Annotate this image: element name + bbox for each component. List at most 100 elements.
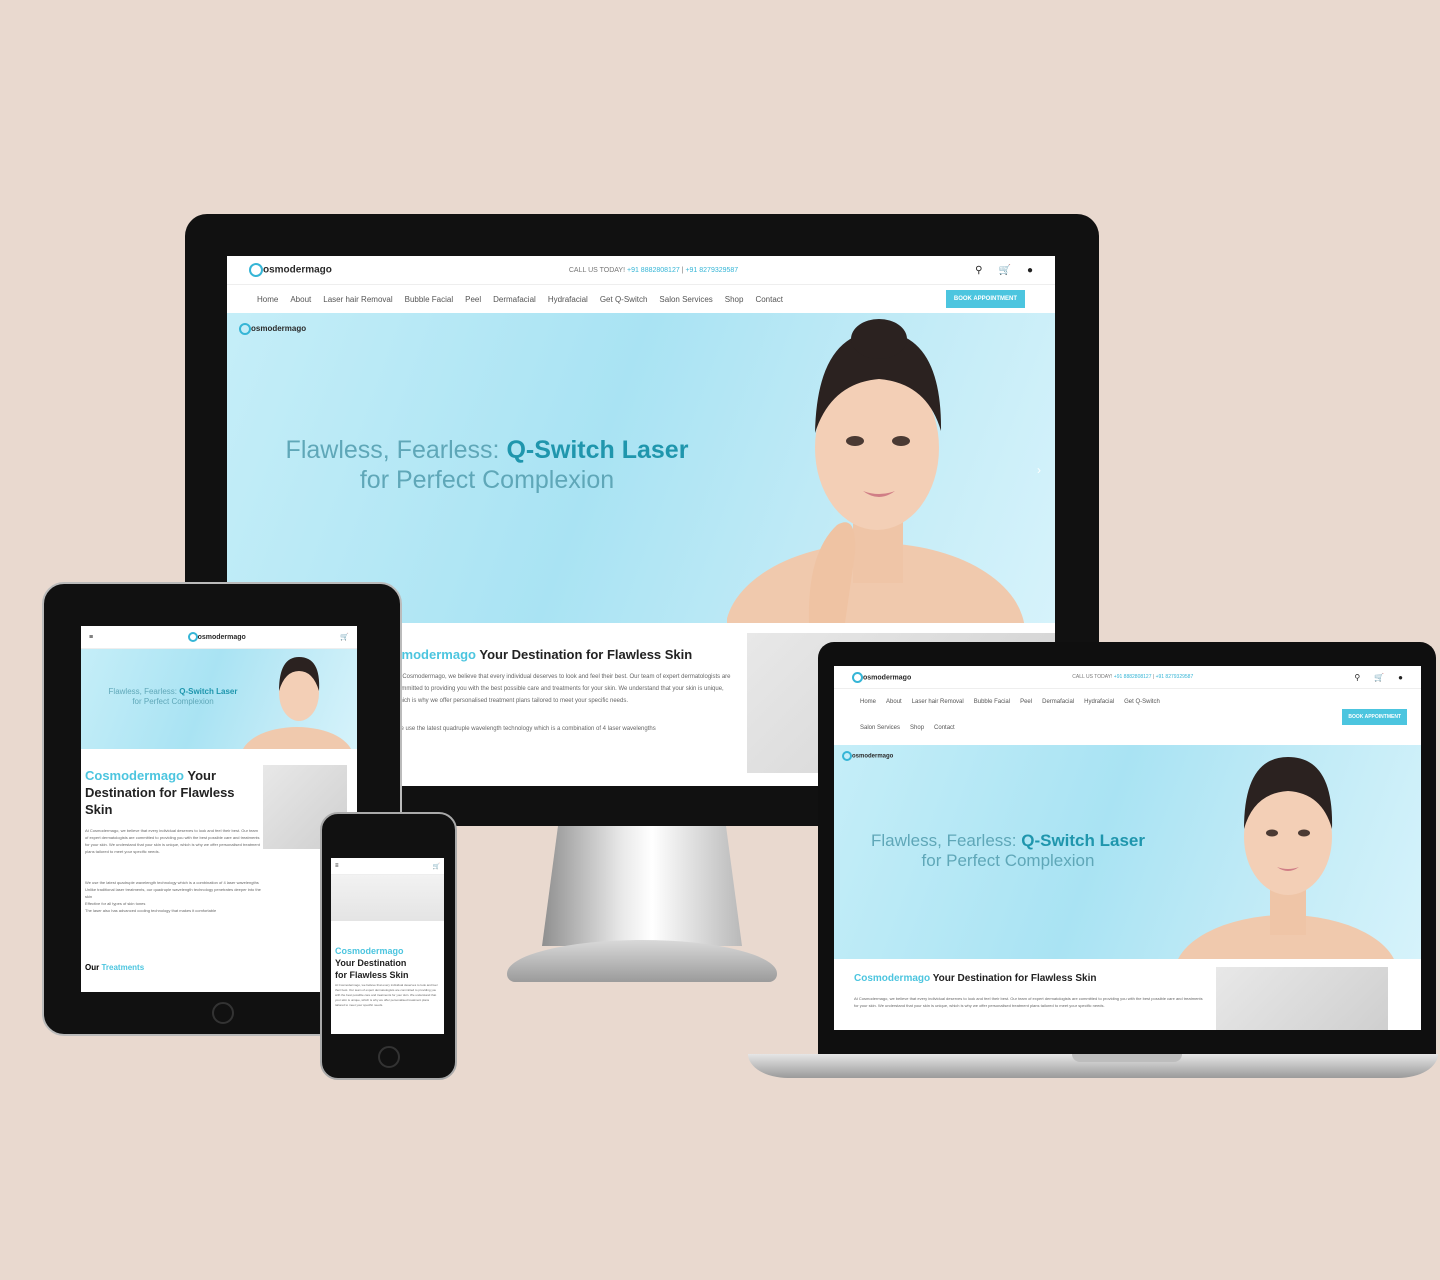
logo-mark-icon bbox=[249, 263, 263, 277]
phone-home-button bbox=[378, 1046, 400, 1068]
call-label: CALL US TODAY! bbox=[568, 266, 626, 274]
slider-next-icon[interactable]: › bbox=[1037, 463, 1041, 477]
hero-logo: osmodermago bbox=[239, 323, 306, 335]
phone-about-body: At Cosmodermago, we believe that every i… bbox=[335, 983, 438, 1007]
tablet-hero: Flawless, Fearless: Q-Switch Laser for Pe… bbox=[81, 649, 357, 749]
bullet-item: Unlike traditional laser treatments, our… bbox=[85, 887, 261, 899]
phone-screen: ≡ 🛒 Cosmodermago Your Destination for Flaw… bbox=[331, 858, 444, 1034]
phone-1-link[interactable]: +91 8882808127 bbox=[1114, 674, 1152, 680]
nav-item-dermafacial[interactable]: Dermafacial bbox=[493, 295, 536, 304]
tablet-screen: ≡ osmodermago 🛒 Flawless, Fearless: Q-Sw… bbox=[81, 626, 357, 992]
header-icons: ⚲ 🛒 ● bbox=[975, 265, 1033, 276]
book-appointment-button[interactable]: BOOK APPOINTMENT bbox=[1342, 709, 1407, 725]
model-portrait bbox=[1178, 757, 1394, 959]
tablet-about-body: At Cosmodermago, we believe that every i… bbox=[85, 828, 260, 854]
cart-icon[interactable]: 🛒 bbox=[1374, 673, 1384, 682]
nav-item-contact[interactable]: Contact bbox=[755, 295, 783, 304]
main-nav: Home About Laser hair Removal Bubble Fac… bbox=[227, 285, 1055, 313]
laptop-hero-headline: Flawless, Fearless: Q-Switch Laser for Pe… bbox=[871, 831, 1145, 871]
logo-mark-icon bbox=[842, 751, 852, 761]
bullet-item: Effective for all types of skin tones bbox=[85, 901, 146, 906]
search-icon[interactable]: ⚲ bbox=[1354, 673, 1360, 682]
tablet-treatments-heading: Our Treatments bbox=[85, 963, 145, 972]
tablet-logo[interactable]: osmodermago bbox=[187, 632, 246, 642]
nav-item-laser-hair-removal[interactable]: Laser hair Removal bbox=[323, 295, 392, 304]
nav-item-shop[interactable]: Shop bbox=[725, 295, 744, 304]
logo-mark-icon bbox=[852, 671, 863, 683]
menu-icon[interactable]: ≡ bbox=[335, 863, 339, 869]
tablet-about-section: Cosmodermago Your Destination for Flawles… bbox=[81, 749, 357, 992]
laptop-top-bar: osmodermago CALL US TODAY! +91 888280812… bbox=[834, 666, 1421, 689]
about-body-2: We use the latest quadruple wavelength t… bbox=[395, 726, 656, 732]
laptop-nav-row-2: Salon Services Shop Contact bbox=[860, 725, 955, 731]
laptop-about-section: Cosmodermago Your Destination for Flawle… bbox=[834, 959, 1421, 1030]
laptop-hero: osmodermago Flawless, Fearless: Q-Switch… bbox=[834, 745, 1421, 959]
phone-1-link[interactable]: +91 8882808127 bbox=[627, 267, 680, 274]
book-appointment-button[interactable]: BOOK APPOINTMENT bbox=[945, 290, 1025, 308]
hero-logo: osmodermago bbox=[842, 751, 893, 761]
nav-item-contact[interactable]: Contact bbox=[934, 725, 955, 731]
nav-item-home[interactable]: Home bbox=[860, 699, 876, 705]
call-info: CALL US TODAY! +91 8882808127 | +91 8279… bbox=[568, 266, 739, 274]
laptop-header-icons: ⚲ 🛒 ● bbox=[1354, 673, 1403, 682]
nav-item-about[interactable]: About bbox=[886, 699, 902, 705]
logo-mark-icon bbox=[187, 632, 198, 642]
phone-2-link[interactable]: +91 8279329587 bbox=[1156, 674, 1194, 680]
nav-item-hydrafacial[interactable]: Hydrafacial bbox=[1084, 699, 1114, 705]
laptop-main-nav: Home About Laser hair Removal Bubble Fac… bbox=[834, 689, 1421, 745]
monitor-stand-base bbox=[507, 940, 777, 982]
laptop-mockup: osmodermago CALL US TODAY! +91 888280812… bbox=[818, 642, 1436, 1058]
nav-item-peel[interactable]: Peel bbox=[1020, 699, 1032, 705]
tablet-home-button bbox=[212, 1002, 234, 1024]
laptop-about-body: At Cosmodermago, we believe that every i… bbox=[854, 996, 1203, 1008]
phone-2-link[interactable]: +91 8279329587 bbox=[685, 267, 738, 274]
nav-item-peel[interactable]: Peel bbox=[465, 295, 481, 304]
laptop-about-heading: Cosmodermago Your Destination for Flawle… bbox=[854, 973, 1097, 984]
phone-about-heading: Cosmodermago Your Destination for Flawless… bbox=[335, 946, 409, 980]
nav-item-salon-services[interactable]: Salon Services bbox=[860, 725, 900, 731]
laptop-call-info: CALL US TODAY! +91 8882808127 | +91 8279… bbox=[1072, 674, 1194, 680]
cart-icon[interactable]: 🛒 bbox=[340, 633, 349, 641]
nav-item-laser-hair-removal[interactable]: Laser hair Removal bbox=[912, 699, 964, 705]
nav-item-about[interactable]: About bbox=[290, 295, 311, 304]
phone-top-bar: ≡ 🛒 bbox=[331, 858, 444, 875]
about-body: At Cosmodermago, we believe that every i… bbox=[395, 674, 731, 704]
bullet-item: We use the latest quadruple wavelength t… bbox=[85, 880, 259, 885]
laptop-nav-row-1: Home About Laser hair Removal Bubble Fac… bbox=[860, 699, 1160, 705]
tablet-about-heading: Cosmodermago Your Destination for Flawles… bbox=[85, 768, 235, 817]
cart-icon[interactable]: 🛒 bbox=[999, 265, 1011, 276]
logo-mark-icon bbox=[239, 323, 251, 335]
nav-item-shop[interactable]: Shop bbox=[910, 725, 924, 731]
hero-banner: osmodermago Flawless, Fearless: Q-Switch… bbox=[227, 313, 1055, 623]
nav-item-dermafacial[interactable]: Dermafacial bbox=[1042, 699, 1074, 705]
nav-item-get-q-switch[interactable]: Get Q-Switch bbox=[1124, 699, 1160, 705]
nav-item-bubble-facial[interactable]: Bubble Facial bbox=[405, 295, 453, 304]
phone-mockup: ≡ 🛒 Cosmodermago Your Destination for Flaw… bbox=[320, 812, 457, 1080]
user-icon[interactable]: ● bbox=[1398, 673, 1403, 682]
nav-item-get-q-switch[interactable]: Get Q-Switch bbox=[600, 295, 648, 304]
site-logo[interactable]: osmodermago bbox=[249, 263, 332, 277]
nav-item-hydrafacial[interactable]: Hydrafacial bbox=[548, 295, 588, 304]
about-heading: Cosmodermago Your Destination for Flawle… bbox=[377, 647, 693, 662]
hero-headline: Flawless, Fearless: Q-Switch Laser for Pe… bbox=[285, 436, 689, 494]
tablet-bullet-list: We use the latest quadruple wavelength t… bbox=[85, 879, 263, 914]
nav-item-bubble-facial[interactable]: Bubble Facial bbox=[974, 699, 1010, 705]
laptop-logo[interactable]: osmodermago bbox=[852, 671, 911, 683]
bullet-item: The laser also has advanced cooling tech… bbox=[85, 908, 217, 913]
laptop-screen: osmodermago CALL US TODAY! +91 888280812… bbox=[834, 666, 1421, 1030]
search-icon[interactable]: ⚲ bbox=[975, 265, 982, 276]
tablet-top-bar: ≡ osmodermago 🛒 bbox=[81, 626, 357, 649]
nav-item-salon-services[interactable]: Salon Services bbox=[659, 295, 712, 304]
menu-icon[interactable]: ≡ bbox=[89, 634, 93, 641]
tablet-hero-headline: Flawless, Fearless: Q-Switch Laser for Pe… bbox=[108, 687, 238, 706]
laptop-clinic-photo bbox=[1216, 967, 1388, 1030]
phone-about-section: Cosmodermago Your Destination for Flawless… bbox=[331, 921, 444, 1034]
cart-icon[interactable]: 🛒 bbox=[433, 863, 440, 870]
monitor-stand-neck bbox=[542, 826, 742, 946]
top-bar: osmodermago CALL US TODAY! +91 888280812… bbox=[227, 256, 1055, 285]
user-icon[interactable]: ● bbox=[1027, 265, 1033, 276]
nav-item-home[interactable]: Home bbox=[257, 295, 278, 304]
laptop-trackpad-notch bbox=[1072, 1054, 1182, 1062]
phone-hero-placeholder bbox=[331, 875, 444, 921]
model-portrait bbox=[243, 657, 351, 749]
